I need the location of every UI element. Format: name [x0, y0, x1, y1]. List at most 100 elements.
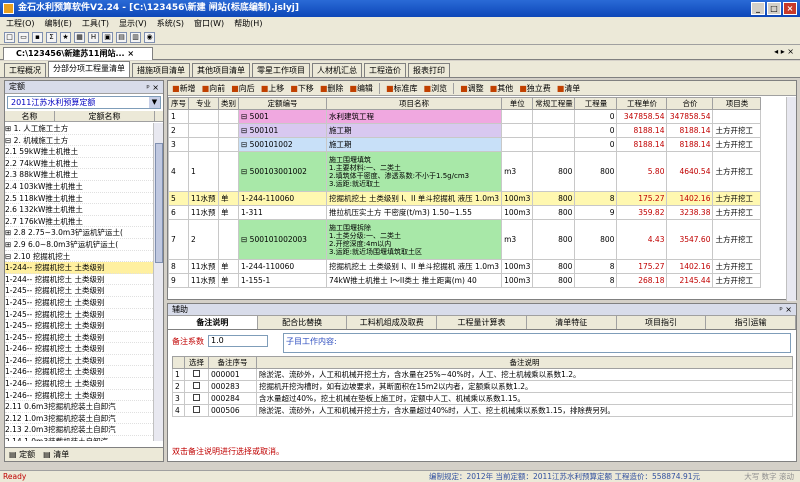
table-row[interactable]: 7 2 ⊟ 500101002003 施工围堰拆除 1.土类分级:一、二类土 2.开挖深度…	[168, 219, 762, 260]
grid-cell-spec[interactable]: 11水预	[188, 191, 219, 206]
menu-system[interactable]: 系统(S)	[157, 18, 184, 29]
grid-cell-type[interactable]: 土方开挖工	[712, 219, 762, 260]
tab-others[interactable]: 其他项目清单	[192, 63, 250, 77]
note-checkbox[interactable]	[193, 382, 200, 389]
grid-cell-cat[interactable]	[218, 123, 239, 138]
grid-cell-spec[interactable]: 11水预	[188, 205, 219, 220]
grid-cell-name[interactable]: 挖掘机挖土 土类级别 I、II 单斗挖掘机 液压 1.0m3	[325, 259, 503, 274]
grid-cell-price[interactable]: 359.82	[616, 205, 668, 220]
toolbar-other-button[interactable]: ■其他	[490, 83, 514, 94]
grid-cell-code[interactable]: ⊟ 500101002003	[238, 219, 327, 260]
tree-item[interactable]: 1-245-- 挖掘机挖土 土类级别	[5, 309, 155, 321]
grid-cell-price[interactable]: 8188.14	[616, 137, 668, 152]
grid-header[interactable]: 定额编号	[238, 97, 327, 110]
grid-cell-unit[interactable]: 100m3	[501, 191, 534, 206]
tree-item[interactable]: ⊟ 2. 机械施工土方	[5, 135, 155, 147]
grid-cell-total[interactable]: 1402.16	[666, 191, 714, 206]
exit-icon[interactable]: ◉	[144, 31, 155, 43]
grid-cell-name[interactable]: 74kW推土机推土 I～II类土 推土距离(m) 40	[325, 273, 503, 288]
menu-tools[interactable]: 工具(T)	[82, 18, 109, 29]
tree-item[interactable]: 2.5 118kW推土机推土	[5, 193, 155, 205]
aux-tab[interactable]: 工料机组成及取费	[347, 316, 438, 329]
grid-cell-total[interactable]: 8188.14	[666, 123, 714, 138]
grid-cell-qty1[interactable]: 800	[532, 219, 576, 260]
tree-item[interactable]: 2.13 2.0m3挖掘机挖装土自卸汽	[5, 424, 155, 437]
grid-header[interactable]: 项目类	[712, 97, 762, 110]
toolbar-edit-button[interactable]: ■编辑	[349, 83, 373, 94]
chevron-down-icon[interactable]: ▼	[149, 97, 160, 108]
work-content-field[interactable]: 子目工作内容:	[283, 333, 791, 353]
grid-header[interactable]: 类别	[218, 97, 239, 110]
aux-tab[interactable]: 项目指引	[617, 316, 707, 329]
grid-cell-price[interactable]: 175.27	[616, 259, 668, 274]
grid-cell-unit[interactable]	[501, 123, 534, 138]
tree-item[interactable]: ⊞ 2.8 2.75~3.0m3铲运机铲运土(	[5, 227, 155, 239]
tree-item[interactable]: ⊞ 2.9 6.0~8.0m3铲运机铲运土(	[5, 239, 155, 251]
grid-cell-code[interactable]: ⊟ 5001	[238, 109, 327, 124]
aux-tab[interactable]: 备注说明	[168, 316, 258, 329]
grid-cell-total[interactable]: 3238.38	[666, 205, 714, 220]
grid-cell-code[interactable]: 1-244-110060	[238, 191, 327, 206]
tab-list[interactable]: ▤ 清单	[43, 449, 69, 460]
grid-cell-no[interactable]: 1	[168, 109, 189, 124]
table-row[interactable]: 8 11水预单 1-244-110060 挖掘机挖土 土类级别 I、II 单斗挖掘机 …	[168, 259, 762, 274]
note-select[interactable]	[184, 368, 209, 381]
grid-cell-qty[interactable]: 0	[574, 109, 618, 124]
tree-item[interactable]: 1-245-- 挖掘机挖土 土类级别	[5, 297, 155, 309]
aux-tab[interactable]: 清单特征	[527, 316, 617, 329]
grid-cell-qty1[interactable]	[532, 123, 576, 138]
grid-cell-cat[interactable]: 单	[218, 259, 239, 274]
grid-cell-type[interactable]: 土方开挖工	[712, 273, 762, 288]
grid-cell-no[interactable]: 7	[168, 219, 189, 260]
grid-cell-code[interactable]: ⊟ 500103001002	[238, 151, 327, 192]
grid-cell-name[interactable]: 推拉机压实土方 干密度(t/m3) 1.50~1.55	[325, 205, 503, 220]
grid-cell-price[interactable]: 175.27	[616, 191, 668, 206]
toolbar-move-up-button[interactable]: ■上移	[261, 83, 285, 94]
toolbar-move-down-button[interactable]: ■下移	[290, 83, 314, 94]
grid-cell-qty[interactable]: 800	[574, 219, 618, 260]
toolbar-adjust-button[interactable]: ■调整	[460, 83, 484, 94]
grid-cell-cat[interactable]: 单	[218, 205, 239, 220]
grid-cell-no[interactable]: 8	[168, 259, 189, 274]
table-row[interactable]: 1 ⊟ 5001 水利建筑工程 0 347858.54 347858.54	[168, 109, 762, 124]
grid-cell-price[interactable]: 268.18	[616, 273, 668, 288]
tree-item[interactable]: 1-246-- 挖掘机挖土 土类级别	[5, 390, 155, 402]
grid-cell-no[interactable]: 2	[168, 123, 189, 138]
note-select[interactable]	[184, 392, 209, 405]
aux-tab[interactable]: 配合比替换	[258, 316, 348, 329]
menu-project[interactable]: 工程(O)	[6, 18, 35, 29]
grid-cell-cat[interactable]	[218, 109, 239, 124]
toolbar-forward-button[interactable]: ■向前	[202, 83, 226, 94]
toolbar-delete-button[interactable]: ■删除	[320, 83, 344, 94]
grid-cell-code[interactable]: ⊟ 500101	[238, 123, 327, 138]
menu-edit[interactable]: 编制(E)	[45, 18, 72, 29]
grid-cell-qty1[interactable]: 800	[532, 205, 576, 220]
note-row[interactable]: 1 000001 除淤泥、流砂外，人工和机械开挖土方，含水量在25%~40%时，人工…	[172, 368, 793, 381]
grid-cell-total[interactable]: 3547.60	[666, 219, 714, 260]
grid-cell-spec[interactable]: 2	[188, 219, 219, 260]
note-checkbox[interactable]	[193, 406, 200, 413]
toolbar-standard-lib-button[interactable]: ■标准库	[386, 83, 418, 94]
note-checkbox[interactable]	[193, 394, 200, 401]
grid-cell-unit[interactable]: 100m3	[501, 259, 534, 274]
note-row[interactable]: 4 000506 除淤泥、流砂外，人工和机械开挖土方，含水量超过40%时，人工、挖土…	[172, 404, 793, 417]
grid-cell-type[interactable]: 土方开挖工	[712, 191, 762, 206]
open-folder-icon[interactable]: ▭	[18, 31, 29, 43]
grid-cell-type[interactable]: 土方开挖工	[712, 259, 762, 274]
grid-cell-type[interactable]: 土方开挖工	[712, 123, 762, 138]
tree-item[interactable]: 2.3 88kW推土机推土	[5, 169, 155, 181]
star-icon[interactable]: ★	[60, 31, 71, 43]
table-row[interactable]: 5 11水预单 1-244-110060 挖掘机挖土 土类级别 I、II 单斗挖掘机 …	[168, 191, 762, 206]
col-name[interactable]: 名称	[5, 111, 55, 121]
coef-input[interactable]: 1.0	[208, 335, 268, 347]
grid-cell-no[interactable]: 3	[168, 137, 189, 152]
tree-item[interactable]: 2.14 1.0m3装载机装土自卸汽	[5, 436, 155, 441]
grid-cell-qty1[interactable]: 800	[532, 259, 576, 274]
tree-item[interactable]: 1-245-- 挖掘机挖土 土类级别	[5, 332, 155, 344]
print-icon[interactable]: ▤	[116, 31, 127, 43]
grid-cell-unit[interactable]: 100m3	[501, 273, 534, 288]
table-row[interactable]: 6 11水预单 1-311 推拉机压实土方 干密度(t/m3) 1.50~1.55 10…	[168, 205, 762, 220]
grid-header[interactable]: 单位	[501, 97, 534, 110]
note-select[interactable]	[184, 380, 209, 393]
tab-nav-icon[interactable]: ◂ ▸ ×	[774, 47, 794, 56]
